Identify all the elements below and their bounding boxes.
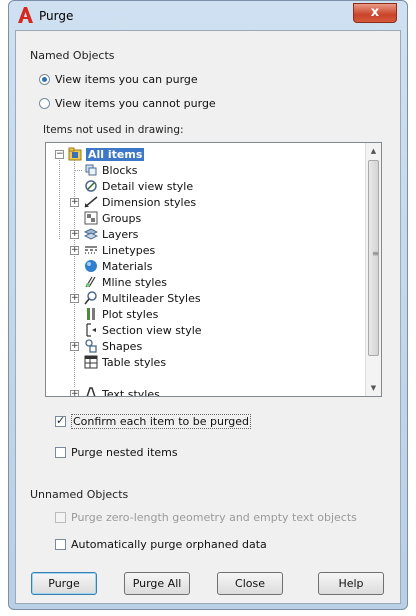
radio-can-purge-control[interactable] xyxy=(39,73,50,85)
scroll-up-arrow-icon[interactable]: ▲ xyxy=(366,143,381,159)
tree-label: Table styles xyxy=(102,355,167,369)
nested-checkbox-box[interactable] xyxy=(55,446,66,458)
tree-label: Dimension styles xyxy=(102,195,197,209)
auto-purge-orphaned-checkbox[interactable]: Automatically purge orphaned data xyxy=(55,536,267,552)
tree-item-materials[interactable]: Materials xyxy=(84,258,152,274)
tree-item-multileader-styles[interactable]: Multileader Styles xyxy=(84,290,201,306)
orphaned-checkbox-label: Automatically purge orphaned data xyxy=(71,537,267,551)
window-title: Purge xyxy=(39,9,74,23)
plot-styles-icon xyxy=(87,308,95,320)
tree-item-groups[interactable]: Groups xyxy=(84,210,141,226)
radio-can-purge-label: View items you can purge xyxy=(55,72,198,86)
help-button[interactable]: Help xyxy=(318,572,384,595)
zero-length-checkbox-box xyxy=(55,511,66,523)
nested-checkbox-label: Purge nested items xyxy=(71,445,178,459)
radio-view-can-purge[interactable]: View items you can purge xyxy=(39,71,198,87)
tree-label: Text styles xyxy=(102,387,160,397)
groups-icon xyxy=(84,211,98,225)
expand-layers[interactable]: + xyxy=(70,230,79,239)
purge-all-button[interactable]: Purge All xyxy=(124,572,190,595)
tree-label-all-items: All items xyxy=(86,147,145,161)
tree-item-blocks[interactable]: Blocks xyxy=(84,162,137,178)
tree-label: Detail view style xyxy=(102,179,194,193)
tree-item-plot-styles[interactable]: Plot styles xyxy=(84,306,158,322)
tree-scrollbar[interactable]: ▲ ≡ ▼ xyxy=(365,143,381,396)
shapes-icon xyxy=(85,339,97,353)
text-styles-icon xyxy=(86,387,96,396)
collapse-all-items-expander[interactable]: − xyxy=(55,150,64,159)
confirm-each-item-checkbox[interactable]: Confirm each item to be purged xyxy=(55,413,252,429)
close-button[interactable]: Close xyxy=(217,572,283,595)
expand-text-styles[interactable]: + xyxy=(70,390,79,396)
purge-dialog: Purge x Named Objects View items you can… xyxy=(8,0,408,610)
close-window-button[interactable]: x xyxy=(353,3,397,23)
table-styles-icon xyxy=(84,355,98,369)
detail-view-icon xyxy=(85,180,97,192)
tree-item-section-view-style[interactable]: Section view style xyxy=(84,322,202,338)
scroll-down-arrow-icon[interactable]: ▼ xyxy=(366,380,381,396)
tree-label: Section view style xyxy=(102,323,202,337)
materials-sphere-icon xyxy=(85,260,97,272)
multileader-styles-icon xyxy=(84,291,97,305)
tree-item-all-items[interactable]: All items xyxy=(68,146,145,162)
blocks-icon xyxy=(85,164,97,176)
confirm-checkbox-box[interactable] xyxy=(55,414,66,427)
scroll-thumb[interactable]: ≡ xyxy=(368,160,379,356)
zero-length-checkbox-label: Purge zero-length geometry and empty tex… xyxy=(71,510,357,524)
dialog-content: Named Objects View items you can purge V… xyxy=(15,30,401,604)
unnamed-objects-heading: Unnamed Objects xyxy=(30,488,129,501)
named-objects-heading: Named Objects xyxy=(30,49,115,62)
layers-icon xyxy=(84,228,98,240)
radio-cannot-purge-label: View items you cannot purge xyxy=(55,96,216,110)
purge-items-tree[interactable]: − All items Blocks Detail view style + D… xyxy=(45,142,382,397)
autocad-logo-icon xyxy=(18,7,33,23)
tree-label: Shapes xyxy=(102,339,143,353)
dimension-styles-icon xyxy=(84,196,98,208)
expand-multileader-styles[interactable]: + xyxy=(70,294,79,303)
tree-label: Multileader Styles xyxy=(102,291,201,305)
section-view-icon xyxy=(86,323,96,337)
expand-dimension-styles[interactable]: + xyxy=(70,198,79,207)
tree-item-table-styles[interactable]: Table styles xyxy=(84,354,166,370)
tree-label: Plot styles xyxy=(102,307,159,321)
title-bar[interactable]: Purge x xyxy=(9,1,407,31)
tree-item-mline-styles[interactable]: Mline styles xyxy=(84,274,167,290)
expand-linetypes[interactable]: + xyxy=(70,246,79,255)
tree-label: Layers xyxy=(102,227,139,241)
expand-shapes[interactable]: + xyxy=(70,342,79,351)
tree-label: Blocks xyxy=(102,163,138,177)
purge-button[interactable]: Purge xyxy=(31,572,97,595)
tree-item-dimension-styles[interactable]: Dimension styles xyxy=(84,194,196,210)
close-icon: x xyxy=(370,5,380,20)
tree-item-layers[interactable]: Layers xyxy=(84,226,138,242)
radio-cannot-purge-control[interactable] xyxy=(39,97,50,109)
tree-label: Groups xyxy=(102,211,142,225)
tree-item-linetypes[interactable]: Linetypes xyxy=(84,242,155,258)
linetypes-icon xyxy=(85,246,97,254)
scroll-grip-icon: ≡ xyxy=(372,249,379,258)
orphaned-checkbox-box[interactable] xyxy=(55,538,66,550)
radio-view-cannot-purge[interactable]: View items you cannot purge xyxy=(39,95,216,111)
mline-styles-icon xyxy=(85,276,96,288)
tree-item-shapes[interactable]: Shapes xyxy=(84,338,142,354)
tree-label: Materials xyxy=(102,259,153,273)
tree-item-text-styles[interactable]: Text styles xyxy=(84,386,160,397)
purge-zero-length-checkbox: Purge zero-length geometry and empty tex… xyxy=(55,509,357,525)
tree-item-detail-view-style[interactable]: Detail view style xyxy=(84,178,193,194)
tree-label: Linetypes xyxy=(102,243,156,257)
drawing-folder-icon xyxy=(68,147,82,161)
tree-label: Mline styles xyxy=(102,275,167,289)
items-list-label: Items not used in drawing: xyxy=(43,124,184,136)
confirm-checkbox-label: Confirm each item to be purged xyxy=(71,413,252,429)
purge-nested-items-checkbox[interactable]: Purge nested items xyxy=(55,444,178,460)
